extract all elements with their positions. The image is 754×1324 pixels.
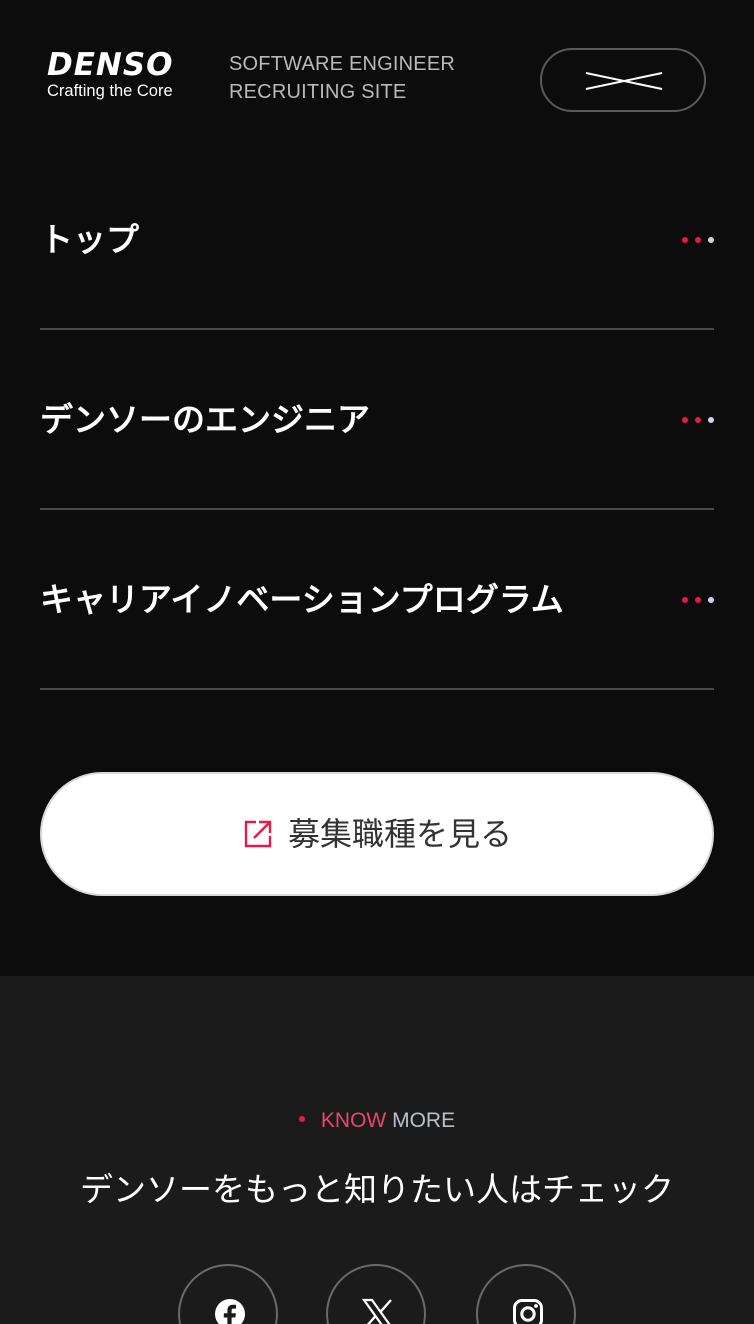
menu-item-label: トップ (40, 220, 139, 259)
know-more-heading: KNOW MORE (0, 1108, 754, 1134)
site-title: SOFTWARE ENGINEER RECRUITING SITE (229, 50, 489, 106)
main-menu: トップ デンソーのエンジニア キャリアイノベーションプログラム (40, 150, 714, 690)
x-link[interactable] (326, 1264, 426, 1324)
facebook-icon (215, 1299, 245, 1324)
more-dots-icon (682, 417, 714, 423)
site-title-line2: RECRUITING SITE (229, 81, 407, 103)
close-icon (585, 72, 663, 90)
menu-item-career-program[interactable]: キャリアイノベーションプログラム (40, 510, 714, 690)
view-jobs-button[interactable]: 募集職種を見る (40, 772, 714, 896)
instagram-link[interactable] (476, 1264, 576, 1324)
external-link-icon (244, 820, 272, 848)
view-jobs-label: 募集職種を見る (287, 815, 512, 853)
menu-item-label: キャリアイノベーションプログラム (40, 580, 564, 619)
logo-tagline: Crafting the Core (47, 82, 173, 100)
check-text: デンソーをもっと知りたい人はチェック (80, 1170, 674, 1209)
facebook-link[interactable] (178, 1264, 278, 1324)
bullet-icon (298, 1116, 305, 1123)
site-title-line1: SOFTWARE ENGINEER (229, 53, 456, 75)
menu-item-label: デンソーのエンジニア (40, 400, 370, 439)
site-header: DENSO Crafting the Core SOFTWARE ENGINEE… (0, 0, 754, 160)
menu-item-top[interactable]: トップ (40, 150, 714, 330)
menu-close-button[interactable] (540, 48, 706, 112)
know-more-part2: MORE (392, 1109, 456, 1132)
know-more-part1: KNOW (320, 1109, 387, 1132)
denso-logo[interactable]: DENSO Crafting the Core (47, 48, 187, 104)
logo-wordmark: DENSO (47, 47, 174, 83)
instagram-icon (513, 1299, 543, 1324)
more-dots-icon (682, 597, 714, 603)
more-dots-icon (682, 237, 714, 243)
x-icon (362, 1298, 392, 1324)
footer: KNOW MORE デンソーをもっと知りたい人はチェック (0, 976, 754, 1324)
menu-item-engineers[interactable]: デンソーのエンジニア (40, 330, 714, 510)
